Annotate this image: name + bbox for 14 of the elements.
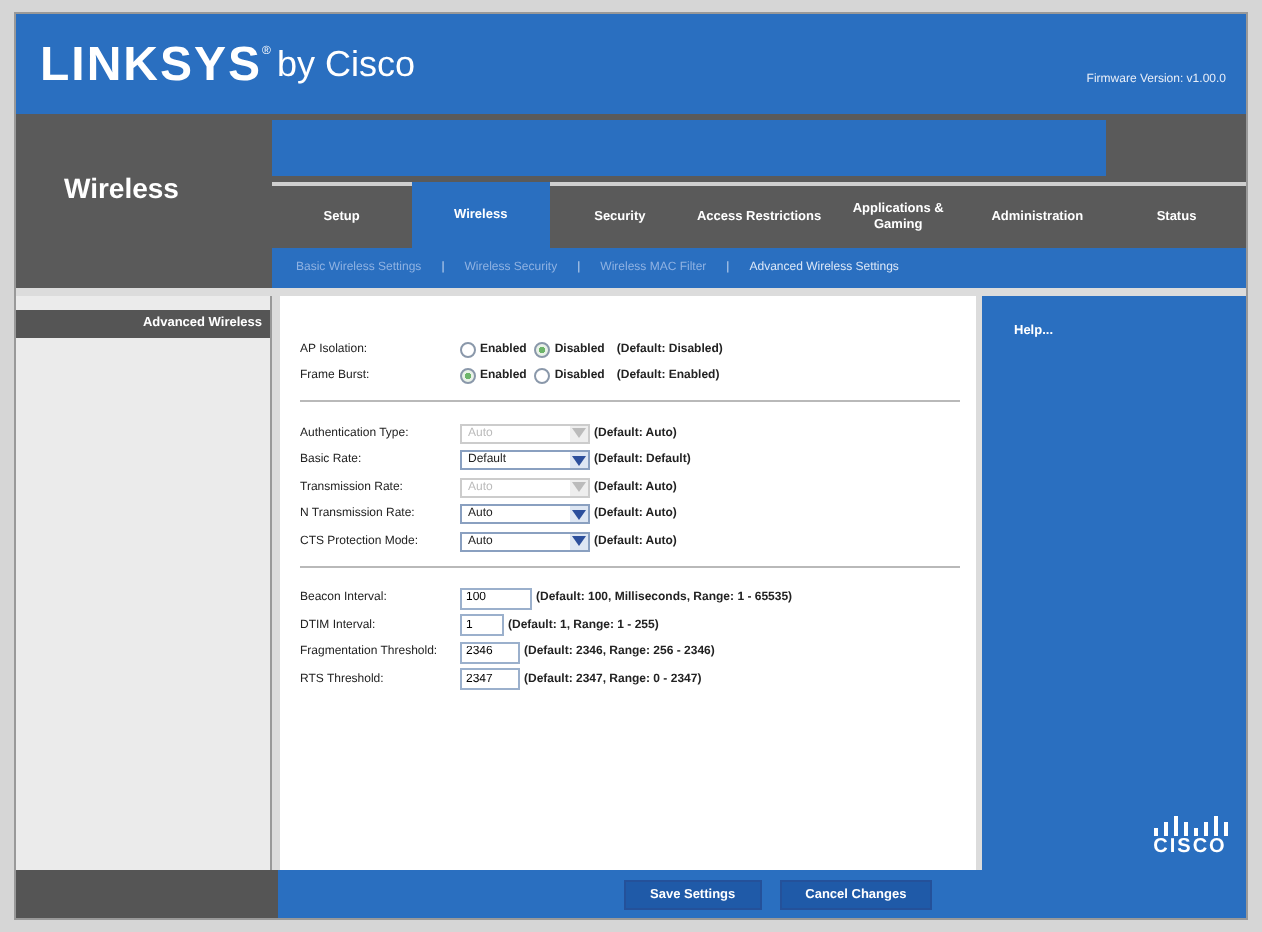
radio-button[interactable]	[534, 368, 551, 385]
cisco-wordmark: CISCO	[1153, 836, 1227, 858]
dropdown-arrow-icon	[572, 536, 586, 547]
logo-suffix: by Cisco	[276, 44, 415, 86]
radio-button[interactable]	[460, 368, 476, 385]
radio-button[interactable]	[460, 341, 476, 358]
radio-button[interactable]	[534, 341, 551, 358]
section-title: Wireless	[64, 171, 179, 203]
dropdown-arrow-icon	[572, 428, 586, 439]
dropdown-arrow-icon	[572, 509, 586, 520]
dropdown-arrow-icon	[572, 455, 586, 466]
bars-logo-icon	[1150, 814, 1230, 836]
linksys-logo: LINKSYS	[40, 38, 263, 94]
dropdown-arrow-icon	[572, 482, 586, 493]
